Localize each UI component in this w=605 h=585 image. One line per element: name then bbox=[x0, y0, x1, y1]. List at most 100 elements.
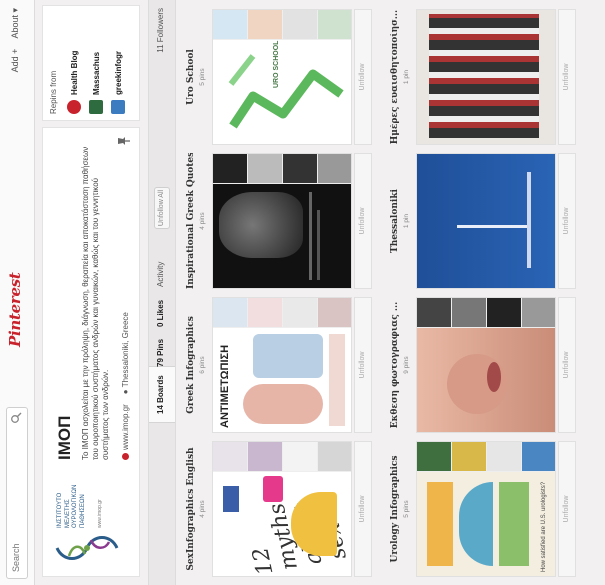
board-pin-count: 1 pin bbox=[403, 69, 410, 85]
unfollow-button[interactable]: Unfollow bbox=[558, 441, 576, 577]
tab-activity[interactable]: Activity bbox=[156, 262, 165, 287]
board-title: SexInfographics English bbox=[186, 447, 196, 571]
board-greek-infographics[interactable]: Greek Infographics 6 pins ΑΝΤΙΜΕΤΩΠΙΣΗ U… bbox=[186, 297, 372, 433]
institute-url: www.imop.gr bbox=[97, 499, 103, 528]
profile-name: ΙΜΟΠ bbox=[55, 415, 74, 460]
board-sexinfographics-english[interactable]: SexInfographics English 4 pins 12 myths … bbox=[186, 441, 372, 577]
board-cover[interactable] bbox=[212, 153, 352, 289]
unfollow-button[interactable]: Unfollow bbox=[558, 9, 576, 145]
repins-from-title: Repins from bbox=[49, 70, 58, 114]
profile-tabs: 14 Boards 79 Pins 0 Likes Activity Unfol… bbox=[148, 0, 176, 585]
profile-card: ΙΝΣΤΙΤΟΥΤΟ ΜΕΛΕΤΗΣ ΟΥΡΟΛΟΓΙΚΩΝ ΠΑΘΗΣΕΩΝ … bbox=[42, 127, 140, 577]
tab-pins[interactable]: 79 Pins bbox=[156, 339, 165, 367]
website-link[interactable]: www.imop.gr bbox=[121, 404, 130, 460]
board-title: Thessaloniki bbox=[390, 189, 400, 253]
board-cover-image bbox=[213, 184, 352, 288]
cover-headline: URO SCHOOL bbox=[273, 40, 280, 88]
board-thumbnails bbox=[213, 153, 352, 184]
source-name: Massachus bbox=[91, 51, 101, 95]
uro-school-logo-icon bbox=[228, 54, 344, 129]
profile-meta: www.imop.gr ● Thessaloniki, Greece bbox=[121, 312, 130, 460]
source-name: Health Blog bbox=[69, 50, 79, 95]
board-cover-image: 12 myths about sex bbox=[213, 472, 352, 576]
add-menu[interactable]: Add + bbox=[10, 49, 21, 73]
screenshot: Pinterest Add + About ▾ ΙΝΣΤΙΤΟΥΤΟ ΜΕΛΕΤ… bbox=[0, 0, 605, 585]
institute-logo-icon bbox=[55, 536, 119, 560]
institute-name: ΙΝΣΤΙΤΟΥΤΟ ΜΕΛΕΤΗΣ ΟΥΡΟΛΟΓΙΚΩΝ ΠΑΘΗΣΕΩΝ bbox=[57, 484, 86, 528]
board-cover-image bbox=[417, 328, 556, 432]
board-inspirational-greek-quotes[interactable]: Inspirational Greek Quotes 4 pins Unfoll… bbox=[186, 153, 372, 289]
board-cover-image bbox=[417, 153, 556, 288]
board-thumbnails bbox=[213, 9, 352, 40]
board-title: Greek Infographics bbox=[186, 316, 196, 414]
tab-likes[interactable]: 0 Likes bbox=[156, 300, 165, 327]
board-thumbnails bbox=[213, 441, 352, 472]
board-pin-count: 9 pins bbox=[403, 356, 410, 374]
board-cover[interactable]: URO SCHOOL bbox=[212, 9, 352, 145]
location-pin-icon: ● bbox=[121, 389, 130, 395]
board-thessaloniki[interactable]: Thessaloniki 1 pin Unfollow bbox=[390, 153, 576, 289]
source-avatar-icon bbox=[111, 100, 125, 114]
board-awareness-days[interactable]: Ημέρες ευαισθητοποίησ... 1 pin Unfollow bbox=[390, 9, 576, 145]
tab-boards[interactable]: 14 Boards bbox=[149, 366, 175, 423]
board-pin-count: 4 pins bbox=[199, 212, 206, 230]
board-thumbnails bbox=[417, 297, 556, 328]
unfollow-all-button[interactable]: Unfollow All bbox=[154, 187, 170, 229]
board-photography-exhibition[interactable]: Εκθεση φωτογραφιας ... 9 pins Unfollow bbox=[390, 297, 576, 433]
search-input[interactable] bbox=[7, 426, 25, 578]
top-nav: Add + About ▾ bbox=[10, 8, 21, 72]
board-cover-image: ΑΝΤΙΜΕΤΩΠΙΣΗ bbox=[213, 328, 352, 432]
source-name: greekinfogr bbox=[113, 50, 123, 95]
unfollow-button[interactable]: Unfollow bbox=[354, 9, 372, 145]
board-cover-image bbox=[417, 9, 556, 144]
board-pin-count: 4 pins bbox=[199, 500, 206, 518]
top-bar: Pinterest Add + About ▾ bbox=[0, 0, 35, 585]
location-text: Thessaloniki, Greece bbox=[121, 312, 130, 388]
search-box[interactable] bbox=[6, 407, 28, 579]
unfollow-button[interactable]: Unfollow bbox=[354, 297, 372, 433]
cover-headline: How satisfied are U.S. urologists? bbox=[541, 481, 547, 572]
board-pin-count: 6 pins bbox=[199, 356, 206, 374]
source-avatar-icon bbox=[67, 100, 81, 114]
board-uro-school[interactable]: Uro School 5 pins URO SCHOOL Unfollow bbox=[186, 9, 372, 145]
repins-from-panel: Repins from Health Blog Massachus greeki… bbox=[42, 5, 140, 121]
unfollow-button[interactable]: Unfollow bbox=[354, 153, 372, 289]
pinterest-profile-page: Pinterest Add + About ▾ ΙΝΣΤΙΤΟΥΤΟ ΜΕΛΕΤ… bbox=[0, 0, 605, 585]
board-title: Uro School bbox=[186, 49, 196, 105]
board-title: Ημέρες ευαισθητοποίησ... bbox=[390, 9, 400, 145]
board-thumbnails bbox=[213, 297, 352, 328]
website-text: www.imop.gr bbox=[121, 404, 130, 450]
edit-pin-icon[interactable] bbox=[117, 136, 131, 146]
repin-source-greekinfographics[interactable]: greekinfogr bbox=[111, 51, 125, 114]
board-cover-image: How satisfied are U.S. urologists? bbox=[417, 472, 556, 576]
repin-source-massachusetts[interactable]: Massachus bbox=[89, 52, 103, 114]
profile-logo: ΙΝΣΤΙΤΟΥΤΟ ΜΕΛΕΤΗΣ ΟΥΡΟΛΟΓΙΚΩΝ ΠΑΘΗΣΕΩΝ … bbox=[51, 476, 123, 568]
board-title: Inspirational Greek Quotes bbox=[186, 153, 196, 289]
unfollow-button[interactable]: Unfollow bbox=[354, 441, 372, 577]
search-icon[interactable] bbox=[10, 412, 22, 424]
source-avatar-icon bbox=[89, 100, 103, 114]
board-pin-count: 5 pins bbox=[403, 500, 410, 518]
repin-source-health-blog[interactable]: Health Blog bbox=[67, 51, 81, 114]
unfollow-button[interactable]: Unfollow bbox=[558, 153, 576, 289]
board-cover[interactable] bbox=[416, 9, 556, 145]
board-cover[interactable]: ΑΝΤΙΜΕΤΩΠΙΣΗ bbox=[212, 297, 352, 433]
board-cover[interactable]: 12 myths about sex bbox=[212, 441, 352, 577]
board-pin-count: 1 pin bbox=[403, 213, 410, 229]
pinterest-logo[interactable]: Pinterest bbox=[6, 273, 24, 347]
board-cover[interactable]: How satisfied are U.S. urologists? bbox=[416, 441, 556, 577]
cover-headline: ΑΝΤΙΜΕΤΩΠΙΣΗ bbox=[219, 344, 231, 428]
board-pin-count: 5 pins bbox=[199, 68, 206, 86]
location: ● Thessaloniki, Greece bbox=[121, 312, 130, 394]
board-cover[interactable] bbox=[416, 153, 556, 289]
followers-count[interactable]: 11 Followers bbox=[156, 8, 165, 53]
globe-icon bbox=[122, 453, 129, 460]
board-cover[interactable] bbox=[416, 297, 556, 433]
board-thumbnails bbox=[417, 441, 556, 472]
board-title: Εκθεση φωτογραφιας ... bbox=[390, 301, 400, 429]
profile-description: Το ΙΜΟΠ ασχολείται με την πρόληψη, διάγν… bbox=[81, 146, 110, 460]
board-urology-infographics[interactable]: Urology Infographics 5 pins How satisfie… bbox=[390, 441, 576, 577]
about-menu[interactable]: About ▾ bbox=[10, 8, 21, 39]
board-cover-image: URO SCHOOL bbox=[213, 40, 352, 144]
unfollow-button[interactable]: Unfollow bbox=[558, 297, 576, 433]
